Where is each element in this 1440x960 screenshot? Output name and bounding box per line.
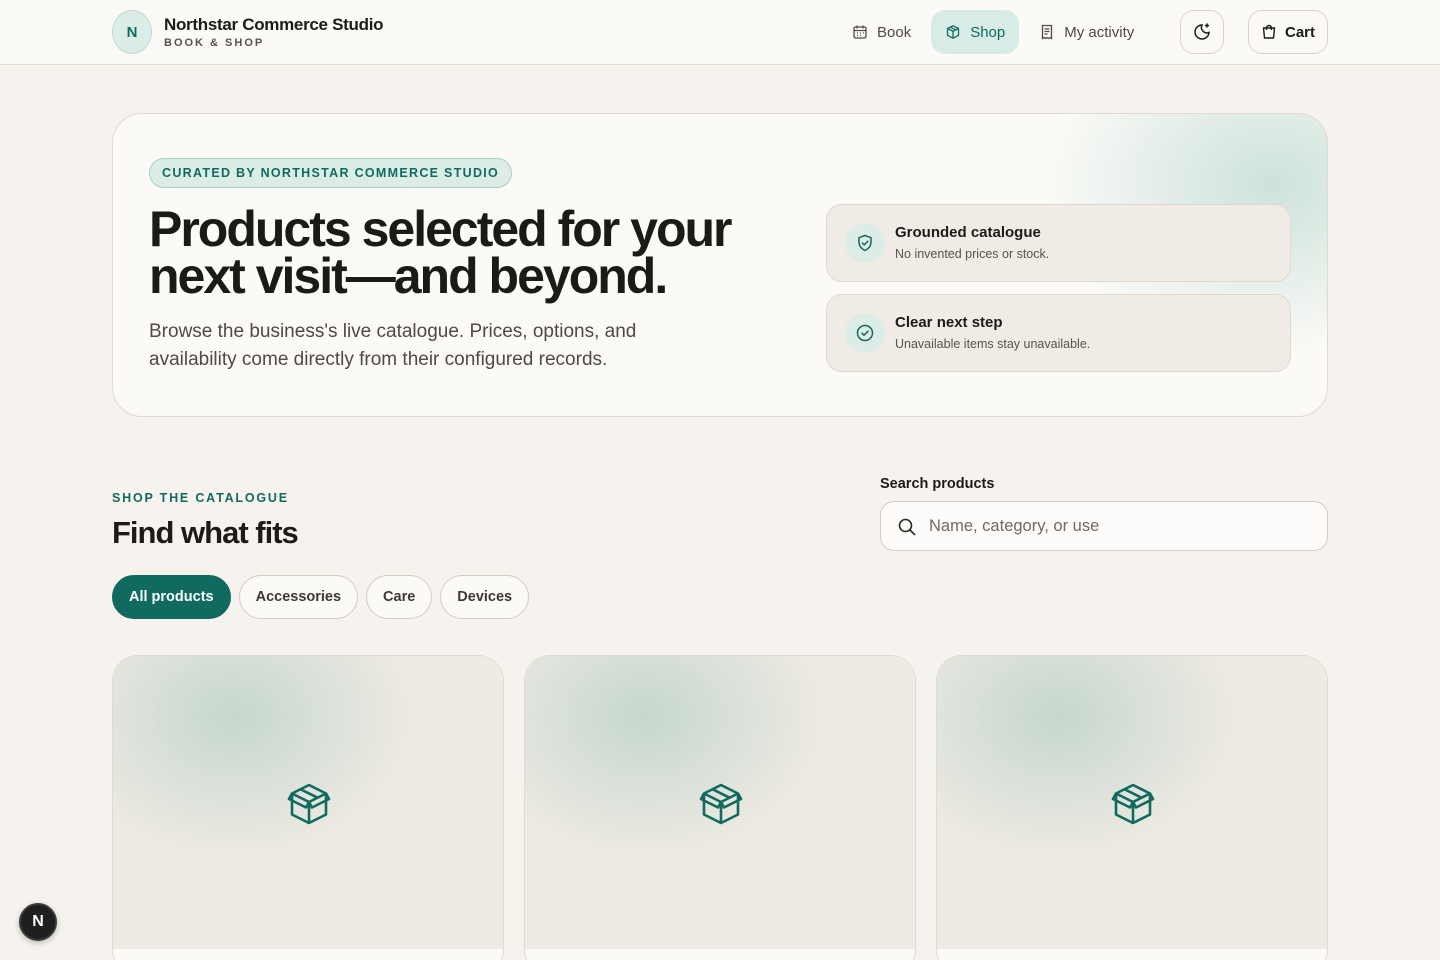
product-image-placeholder <box>937 656 1327 949</box>
calendar-icon <box>852 24 868 40</box>
search-box[interactable] <box>880 501 1328 551</box>
feature-clear-next-step: Clear next step Unavailable items stay u… <box>826 294 1291 372</box>
nav-shop[interactable]: Shop <box>931 10 1020 54</box>
top-bar: N Northstar Commerce Studio BOOK & SHOP … <box>0 0 1440 65</box>
filter-care[interactable]: Care <box>366 575 433 619</box>
brand-text: Northstar Commerce Studio BOOK & SHOP <box>164 15 384 49</box>
feature-description: Unavailable items stay unavailable. <box>895 337 1091 351</box>
nav-my-activity-label: My activity <box>1064 23 1135 41</box>
hero-title: Products selected for your next visit—an… <box>149 201 733 304</box>
category-filters: All products Accessories Care Devices <box>112 575 530 619</box>
product-card[interactable] <box>936 655 1328 960</box>
box-icon <box>945 24 961 40</box>
nav-shop-label: Shop <box>970 23 1006 41</box>
main-nav: Book Shop My activity <box>838 10 1148 54</box>
brand[interactable]: N Northstar Commerce Studio BOOK & SHOP <box>112 10 384 54</box>
filter-all-products[interactable]: All products <box>112 575 231 619</box>
product-card[interactable] <box>524 655 916 960</box>
package-icon <box>285 780 333 828</box>
search-input[interactable] <box>929 502 1319 550</box>
theme-toggle-button[interactable] <box>1180 10 1224 54</box>
floating-assistant-badge[interactable]: N <box>19 903 57 941</box>
shield-check-icon <box>845 223 885 263</box>
package-icon <box>1109 780 1157 828</box>
feature-grounded-catalogue: Grounded catalogue No invented prices or… <box>826 204 1291 282</box>
feature-title: Clear next step <box>895 314 1003 331</box>
product-image-placeholder <box>113 656 503 949</box>
product-card[interactable] <box>112 655 504 960</box>
shopping-bag-icon <box>1261 24 1277 40</box>
section-title: Find what fits <box>112 515 299 550</box>
curated-badge: CURATED BY NORTHSTAR COMMERCE STUDIO <box>149 158 513 188</box>
product-image-placeholder <box>525 656 915 949</box>
feature-description: No invented prices or stock. <box>895 247 1050 261</box>
receipt-icon <box>1039 24 1055 40</box>
search-icon <box>897 517 917 537</box>
section-eyebrow: SHOP THE CATALOGUE <box>112 491 289 505</box>
nav-book-label: Book <box>877 23 912 41</box>
package-icon <box>697 780 745 828</box>
hero-description: Browse the business's live catalogue. Pr… <box>149 321 637 370</box>
brand-avatar: N <box>112 10 152 54</box>
moon-icon <box>1192 22 1212 42</box>
cart-button[interactable]: Cart <box>1248 10 1328 54</box>
check-circle-icon <box>845 313 885 353</box>
hero-card: CURATED BY NORTHSTAR COMMERCE STUDIO Pro… <box>112 113 1328 417</box>
brand-name: Northstar Commerce Studio <box>164 15 384 34</box>
filter-devices[interactable]: Devices <box>440 575 530 619</box>
search-label: Search products <box>880 476 995 492</box>
filter-accessories[interactable]: Accessories <box>238 575 359 619</box>
cart-label: Cart <box>1284 23 1315 41</box>
nav-book[interactable]: Book <box>838 10 925 54</box>
nav-my-activity[interactable]: My activity <box>1025 10 1148 54</box>
brand-subtitle: BOOK & SHOP <box>164 37 265 49</box>
feature-title: Grounded catalogue <box>895 224 1041 241</box>
